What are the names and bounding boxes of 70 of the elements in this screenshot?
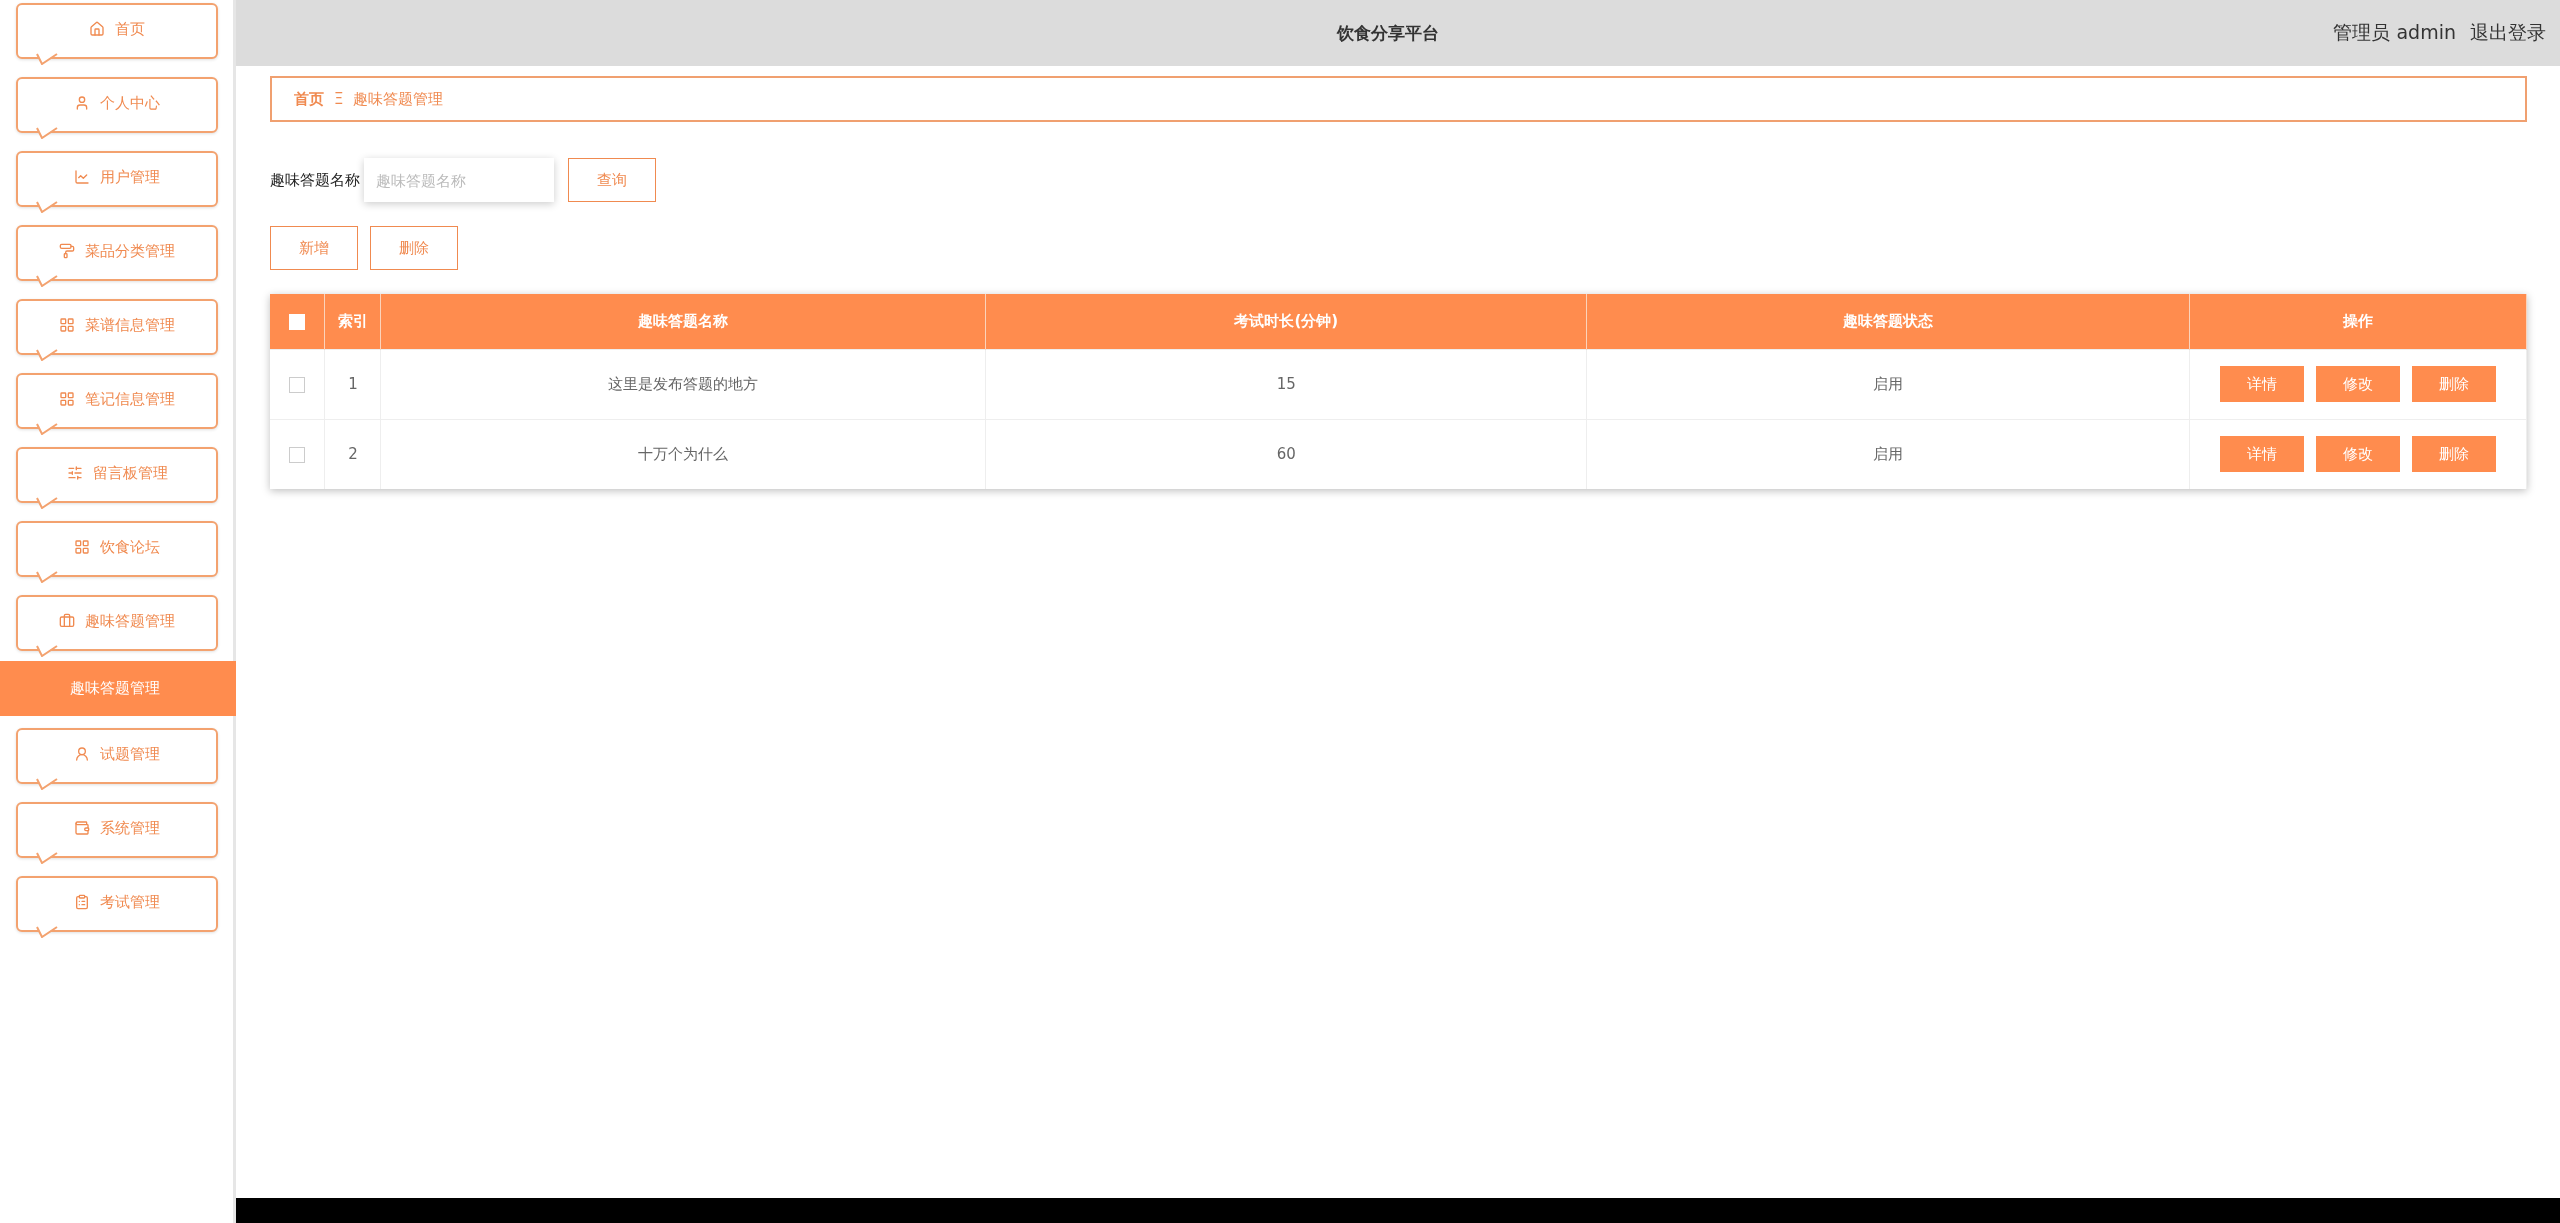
callout-pointer: [36, 52, 58, 65]
grid-icon: [74, 539, 90, 555]
sidebar-item[interactable]: 首页: [16, 3, 218, 65]
sidebar-item[interactable]: 用户管理: [16, 151, 218, 213]
user-name: 管理员 admin: [2333, 20, 2456, 45]
callout-pointer: [36, 126, 58, 139]
callout-pointer: [36, 925, 58, 938]
column-header: 考试时长(分钟): [985, 294, 1587, 349]
chart-icon: [74, 169, 90, 185]
delete-button[interactable]: 删除: [2412, 436, 2496, 473]
delete-button[interactable]: 删除: [2412, 366, 2496, 402]
table-cell: 2: [325, 419, 381, 489]
callout-pointer: [36, 200, 58, 213]
column-header: 操作: [2189, 294, 2527, 349]
table-cell: 启用: [1586, 349, 2190, 419]
sidebar-item[interactable]: 系统管理: [16, 802, 218, 864]
sidebar-item[interactable]: 留言板管理: [16, 447, 218, 509]
sidebar-item[interactable]: 菜品分类管理: [16, 225, 218, 287]
callout-pointer: [36, 496, 58, 509]
logout-link[interactable]: 退出登录: [2470, 20, 2546, 46]
column-header: 索引: [325, 294, 381, 349]
callout-pointer: [36, 777, 58, 790]
row-checkbox[interactable]: [289, 446, 306, 463]
clipboard-icon: [74, 894, 90, 910]
sidebar-item[interactable]: 考试管理: [16, 876, 218, 938]
column-header: 趣味答题名称: [380, 294, 986, 349]
sidebar-item[interactable]: 试题管理: [16, 728, 218, 790]
user-icon: [74, 746, 90, 762]
sidebar-item[interactable]: 趣味答题管理: [16, 595, 218, 657]
sidebar-item[interactable]: 饮食论坛: [16, 521, 218, 583]
sliders-icon: [66, 465, 83, 481]
table-cell: 启用: [1586, 419, 2190, 489]
search-field[interactable]: 趣味答题名称: [364, 158, 554, 202]
table-cell: 这里是发布答题的地方: [380, 349, 986, 419]
callout-pointer: [36, 274, 58, 287]
callout-pointer: [36, 422, 58, 435]
home-icon: [89, 21, 105, 37]
select-all-checkbox[interactable]: [289, 313, 306, 330]
breadcrumb-separator: Ξ: [334, 90, 344, 108]
search-label: 趣味答题名称: [270, 170, 360, 190]
paint-roller-icon: [59, 243, 75, 259]
details-button[interactable]: 详情: [2220, 366, 2304, 402]
callout-pointer: [36, 644, 58, 657]
wallet-icon: [74, 820, 90, 836]
table-cell: 十万个为什么: [380, 419, 986, 489]
details-button[interactable]: 详情: [2220, 436, 2304, 473]
sidebar-item[interactable]: 个人中心: [16, 77, 218, 139]
breadcrumb-link[interactable]: 首页: [294, 89, 324, 109]
callout-pointer: [36, 570, 58, 583]
column-header: 趣味答题状态: [1586, 294, 2190, 349]
edit-button[interactable]: 修改: [2316, 436, 2400, 473]
grid-icon: [59, 317, 75, 333]
briefcase-icon: [59, 613, 75, 629]
user-icon: [74, 95, 90, 111]
submenu-item[interactable]: 趣味答题管理: [0, 661, 236, 716]
breadcrumb-link[interactable]: 趣味答题管理: [353, 89, 444, 109]
sidebar-item[interactable]: 菜谱信息管理: [16, 299, 218, 361]
edit-button[interactable]: 修改: [2316, 366, 2400, 402]
sidebar-item[interactable]: 笔记信息管理: [16, 373, 218, 435]
callout-pointer: [36, 851, 58, 864]
table-cell: 15: [985, 349, 1587, 419]
delete-button[interactable]: 删除: [370, 226, 458, 270]
row-checkbox[interactable]: [289, 376, 306, 393]
table-cell: 1: [325, 349, 381, 419]
search-button[interactable]: 查询: [568, 158, 656, 202]
app-title: 饮食分享平台: [1335, 21, 1440, 45]
grid-icon: [59, 391, 75, 407]
callout-pointer: [36, 348, 58, 361]
table-cell: 60: [985, 419, 1587, 489]
add-button[interactable]: 新增: [270, 226, 358, 270]
